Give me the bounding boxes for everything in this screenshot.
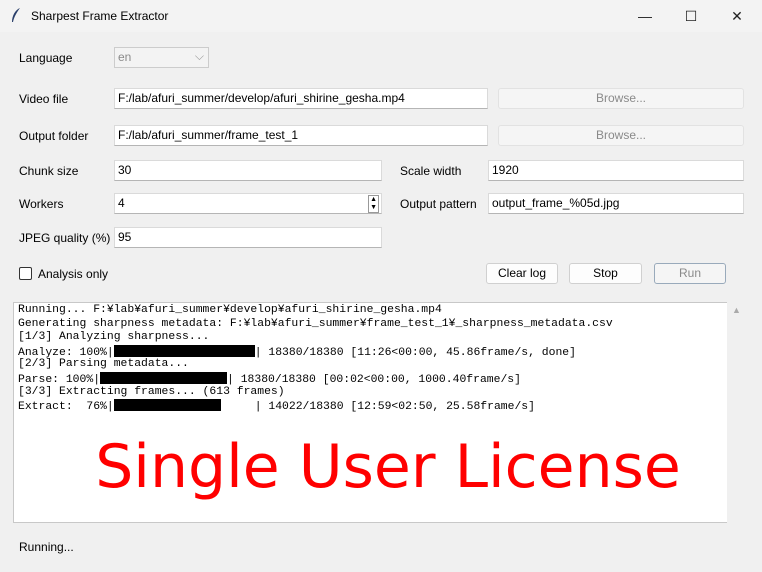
progress-line-extract: Extract: 76%| | 14022/18380 [12:59<02:50,… <box>18 399 723 413</box>
chevron-down-icon: ⌵ <box>194 49 204 63</box>
progress-suffix: | 18380/18380 [00:02<00:00, 1000.40frame… <box>227 373 521 386</box>
chunk-size-label: Chunk size <box>19 164 79 178</box>
video-file-input[interactable]: F:/lab/afuri_summer/develop/afuri_shirin… <box>114 88 488 109</box>
analysis-only-checkbox[interactable] <box>19 267 32 280</box>
stop-button[interactable]: Stop <box>569 263 642 284</box>
language-value: en <box>118 50 132 64</box>
output-folder-input[interactable]: F:/lab/afuri_summer/frame_test_1 <box>114 125 488 146</box>
progress-suffix: | 14022/18380 [12:59<02:50, 25.58frame/s… <box>254 401 535 414</box>
progress-suffix: | 18380/18380 [11:26<00:00, 45.86frame/s… <box>254 346 576 359</box>
progress-prefix: Extract: 76%| <box>18 401 114 414</box>
scale-width-label: Scale width <box>400 164 462 178</box>
log-line: [1/3] Analyzing sharpness... <box>18 331 210 344</box>
maximize-button[interactable]: ☐ <box>668 0 714 32</box>
video-browse-button[interactable]: Browse... <box>498 88 744 109</box>
language-combobox[interactable]: en ⌵ <box>114 47 209 68</box>
watermark-text: Single User License <box>95 432 681 502</box>
progress-fill <box>100 371 228 384</box>
workers-label: Workers <box>19 197 64 211</box>
workers-value: 4 <box>118 196 125 210</box>
progress-prefix: Analyze: 100%| <box>18 346 114 359</box>
status-text: Running... <box>19 540 74 554</box>
minimize-button[interactable]: — <box>622 0 668 32</box>
output-folder-label: Output folder <box>19 129 89 143</box>
jpeg-quality-input[interactable]: 95 <box>114 227 382 248</box>
run-button[interactable]: Run <box>654 263 726 284</box>
spin-arrows-icon[interactable]: ▲ ▼ <box>368 195 379 213</box>
output-browse-button[interactable]: Browse... <box>498 125 744 146</box>
workers-spinbox[interactable]: 4 ▲ ▼ <box>114 193 382 214</box>
progress-line-parse: Parse: 100%| | 18380/18380 [00:02<00:00, … <box>18 371 723 386</box>
progress-bar <box>113 344 255 357</box>
clear-log-button[interactable]: Clear log <box>486 263 558 284</box>
progress-fill <box>113 399 221 412</box>
log-line: Generating sharpness metadata: F:¥lab¥af… <box>18 317 613 330</box>
scroll-up-arrow-icon[interactable]: ▲ <box>732 305 741 315</box>
log-line: [3/3] Extracting frames... (613 frames) <box>18 385 285 398</box>
log-line: [2/3] Parsing metadata... <box>18 358 189 371</box>
jpeg-quality-label: JPEG quality (%) <box>19 231 111 245</box>
progress-fill <box>113 344 255 357</box>
scale-width-input[interactable]: 1920 <box>488 160 744 181</box>
app-feather-icon <box>12 8 20 22</box>
progress-bar <box>113 399 255 412</box>
output-pattern-input[interactable]: output_frame_%05d.jpg <box>488 193 744 214</box>
video-file-label: Video file <box>19 92 69 106</box>
progress-line-analyze: Analyze: 100%| | 18380/18380 [11:26<00:00… <box>18 344 723 359</box>
output-pattern-label: Output pattern <box>400 197 477 211</box>
progress-prefix: Parse: 100%| <box>18 373 101 386</box>
progress-bar <box>100 371 228 384</box>
chunk-size-input[interactable]: 30 <box>114 160 382 181</box>
log-line: Running... F:¥lab¥afuri_summer¥develop¥a… <box>18 304 442 316</box>
analysis-only-label[interactable]: Analysis only <box>38 267 108 281</box>
close-button[interactable]: ✕ <box>714 0 760 32</box>
language-label: Language <box>19 51 73 65</box>
window-title: Sharpest Frame Extractor <box>31 9 169 23</box>
